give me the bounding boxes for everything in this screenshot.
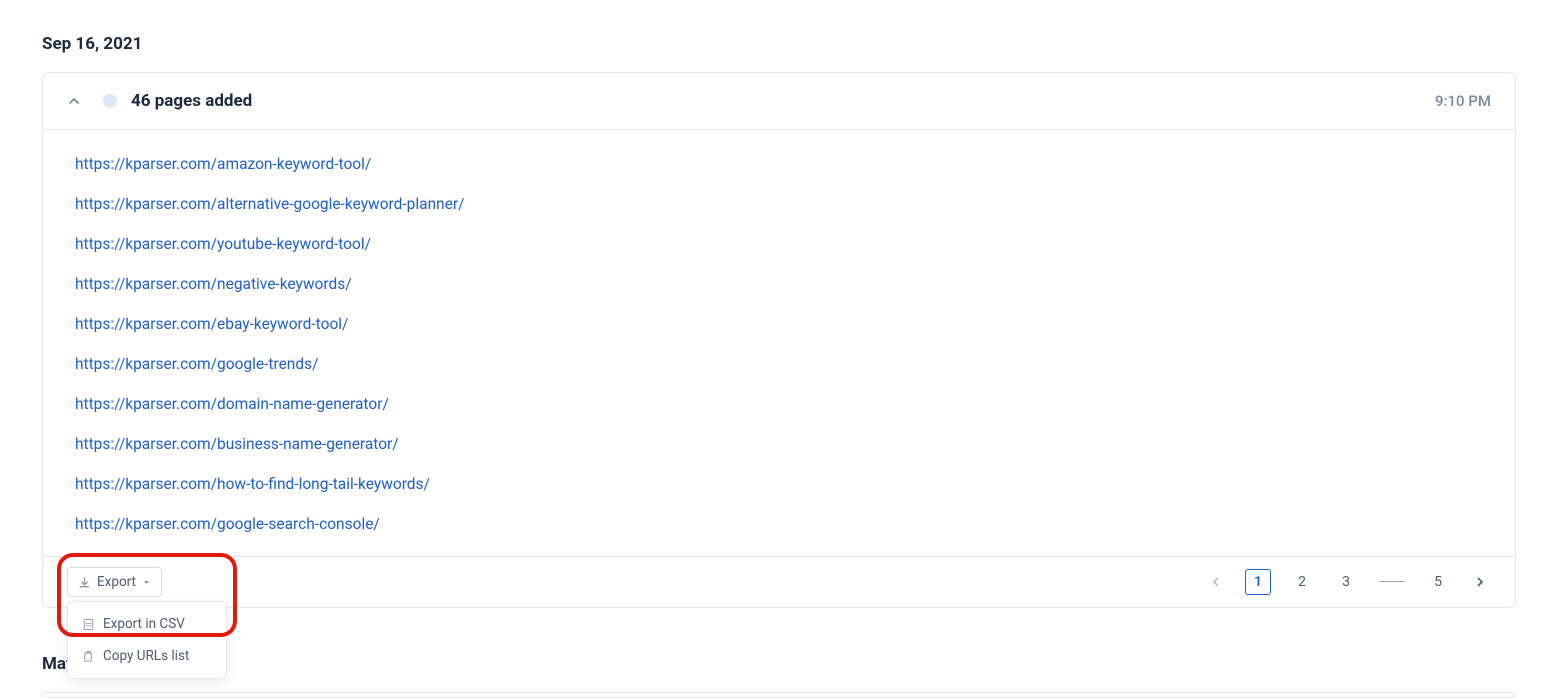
copy-icon <box>82 650 95 663</box>
changes-panel: 46 pages added 9:10 PM https://kparser.c… <box>42 72 1516 608</box>
url-list: https://kparser.com/amazon-keyword-tool/… <box>43 130 1515 556</box>
copy-urls-label: Copy URLs list <box>103 648 189 664</box>
url-link[interactable]: https://kparser.com/how-to-find-long-tai… <box>75 464 1483 504</box>
panel-header: 46 pages added 9:10 PM <box>43 73 1515 130</box>
url-link[interactable]: https://kparser.com/google-search-consol… <box>75 504 1483 544</box>
export-menu: Export in CSV Copy URLs list <box>67 601 227 679</box>
download-icon <box>78 576 91 589</box>
page-2[interactable]: 2 <box>1289 569 1315 595</box>
url-link[interactable]: https://kparser.com/negative-keywords/ <box>75 264 1483 304</box>
export-csv-label: Export in CSV <box>103 616 185 632</box>
export-csv-item[interactable]: Export in CSV <box>68 608 226 640</box>
chevron-right-icon <box>1475 577 1485 587</box>
file-csv-icon <box>82 618 95 631</box>
url-link[interactable]: https://kparser.com/domain-name-generato… <box>75 384 1483 424</box>
secondary-panel <box>42 692 1516 698</box>
url-link[interactable]: https://kparser.com/business-name-genera… <box>75 424 1483 464</box>
url-link[interactable]: https://kparser.com/youtube-keyword-tool… <box>75 224 1483 264</box>
copy-urls-item[interactable]: Copy URLs list <box>68 640 226 672</box>
chevron-up-icon[interactable] <box>67 94 81 108</box>
page-1[interactable]: 1 <box>1245 569 1271 595</box>
url-link[interactable]: https://kparser.com/ebay-keyword-tool/ <box>75 304 1483 344</box>
url-link[interactable]: https://kparser.com/google-trends/ <box>75 344 1483 384</box>
page-last[interactable]: 5 <box>1425 569 1451 595</box>
export-button-label: Export <box>97 574 136 590</box>
page-3[interactable]: 3 <box>1333 569 1359 595</box>
url-link[interactable]: https://kparser.com/alternative-google-k… <box>75 184 1483 224</box>
summary-time: 9:10 PM <box>1435 92 1491 110</box>
status-dot-icon <box>103 94 117 108</box>
page-ellipsis <box>1379 581 1405 583</box>
url-link[interactable]: https://kparser.com/amazon-keyword-tool/ <box>75 144 1483 184</box>
page-next-button[interactable] <box>1469 571 1491 593</box>
pagination: 1 2 3 5 <box>1205 569 1491 595</box>
page-prev-button[interactable] <box>1205 571 1227 593</box>
summary-title: 46 pages added <box>131 91 1435 111</box>
chevron-left-icon <box>1211 577 1221 587</box>
date-header: Sep 16, 2021 <box>42 34 1516 54</box>
panel-footer: Export Export in CSV Copy URLs list <box>43 556 1515 607</box>
caret-down-icon <box>142 578 151 587</box>
export-button[interactable]: Export <box>67 567 162 597</box>
date-header-secondary: May <box>42 654 1516 674</box>
